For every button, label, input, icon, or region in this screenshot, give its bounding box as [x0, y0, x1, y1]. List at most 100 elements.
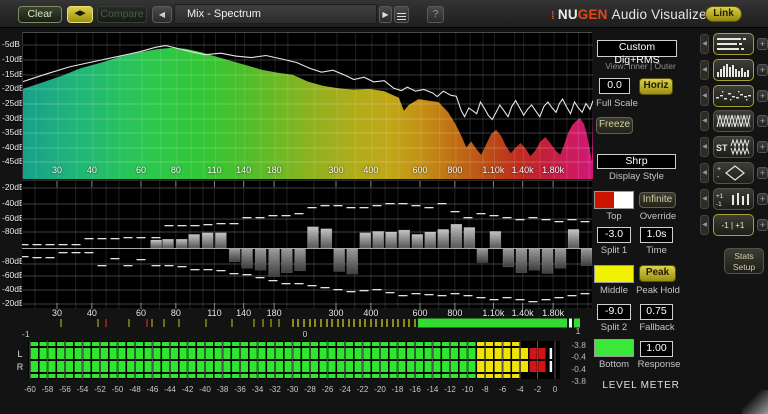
split1-value-box[interactable]: -3.0 [597, 227, 631, 243]
meter-readout: -0.4 [571, 364, 586, 374]
meter-scale-label: 0 [553, 385, 558, 394]
level-meter-title: LEVEL METER [602, 380, 680, 391]
add-view-button-level-meters[interactable]: + [757, 38, 768, 50]
stats-setup-line2: Setup [732, 262, 756, 272]
meter-scale-label: -14 [427, 385, 439, 394]
collapse-tab-waveform[interactable]: ◀ [700, 111, 709, 132]
meter-scale-label: -34 [252, 385, 264, 394]
add-view-button-vectorscope[interactable]: + [757, 167, 768, 179]
meter-peak-marker [549, 348, 553, 359]
svg-text:+1: +1 [716, 193, 724, 200]
freq-tick-label: 400 [363, 165, 379, 175]
help-button[interactable]: ? [427, 6, 444, 23]
view-button-stereo-waveform[interactable]: ST [713, 136, 754, 159]
collapse-tab-stereo-waveform[interactable]: ◀ [700, 137, 709, 158]
collapse-tab-spectrogram[interactable]: ◀ [700, 85, 709, 106]
meter-scale-label: -2 [534, 385, 542, 394]
meter-peak-marker [549, 361, 553, 372]
view-button-balance-meters[interactable]: +1 -1 [713, 187, 754, 210]
bottom-color-swatch[interactable] [594, 339, 634, 357]
meter-scale-label: -32 [269, 385, 281, 394]
meter-channel-label: L [17, 349, 22, 359]
horiz-button[interactable]: Horiz [639, 78, 673, 95]
previous-preset-button[interactable]: ◀ [152, 6, 172, 23]
freq-tick-label: 60 [135, 165, 146, 175]
brand-gen: GEN [577, 7, 608, 22]
meter-mode-select[interactable]: Custom Dig+RMS [597, 40, 677, 66]
freq-tick-label: 180 [266, 165, 282, 175]
svg-text:-1 | +1: -1 | +1 [722, 221, 745, 230]
bars-icon [717, 63, 749, 77]
view-button-vectorscope[interactable]: + - [713, 162, 754, 184]
corr-label-neg: -1 [22, 329, 30, 339]
svg-text:-: - [717, 174, 720, 181]
view-button-correlation[interactable]: -1 | +1 [713, 213, 754, 236]
preset-menu-button[interactable] [394, 6, 409, 23]
preset-display[interactable]: Mix - Spectrum [174, 4, 377, 24]
view-button-level-meters[interactable] [713, 33, 754, 55]
view-row-balance-meters: ◀ +1 -1 + [700, 187, 768, 210]
freq-tick-label: 800 [447, 308, 463, 318]
add-view-button-correlation[interactable]: + [757, 218, 768, 231]
split2-value-box[interactable]: -9.0 [597, 304, 631, 320]
meter-scale-label: -42 [182, 385, 194, 394]
add-view-button-stereo-waveform[interactable]: + [757, 141, 768, 154]
correlation-marker [569, 318, 572, 328]
freq-tick-label: 600 [412, 308, 428, 318]
time-value-box[interactable]: 1.0s [640, 227, 673, 243]
peak-hold-label: Peak Hold [636, 285, 680, 296]
meter-scale-label: -46 [147, 385, 159, 394]
compare-button[interactable]: Compare [97, 6, 147, 23]
diamond-icon: +- [717, 165, 745, 181]
clear-button[interactable]: Clear [18, 6, 62, 23]
stats-setup-line1: Stats [734, 251, 754, 261]
view-row-stereo-waveform: ◀ ST + [700, 136, 768, 159]
scatter-icon [716, 90, 751, 100]
override-button[interactable]: Infinite [639, 192, 676, 208]
corr-label-pos: 1 [576, 326, 581, 336]
top-color-swatch[interactable] [594, 191, 634, 209]
fallback-label: Fallback [639, 322, 675, 333]
top-label: Top [606, 211, 622, 222]
meter-scale-label: -10 [462, 385, 474, 394]
middle-label: Middle [600, 285, 628, 296]
collapse-tab-vectorscope[interactable]: ◀ [700, 163, 709, 183]
play-button[interactable]: ▶ [379, 6, 392, 23]
stats-setup-button[interactable]: Stats Setup [724, 248, 764, 274]
st-zigzag-icon: ST [716, 138, 750, 156]
meter-scale-label: -28 [304, 385, 316, 394]
response-value-box[interactable]: 1.00 [640, 341, 673, 357]
override-label: Override [639, 211, 677, 222]
display-style-select[interactable]: Shrp [597, 154, 676, 169]
freeze-button[interactable]: Freeze [596, 117, 633, 134]
collapse-tab-level-meters[interactable]: ◀ [700, 34, 709, 54]
add-view-button-spectrum[interactable]: + [757, 63, 768, 76]
freq-tick-label: 180 [266, 308, 282, 318]
link-button[interactable]: Link [705, 6, 742, 22]
collapse-tab-spectrum[interactable]: ◀ [700, 59, 709, 80]
view-button-waveform[interactable] [713, 110, 754, 133]
view-mode-label[interactable]: View: Inner | Outer [593, 61, 688, 71]
plusminus-icon: +1-1 [716, 192, 749, 208]
split-display[interactable] [22, 180, 592, 309]
collapse-tab-correlation[interactable]: ◀ [700, 214, 709, 235]
middle-color-swatch[interactable] [594, 265, 634, 283]
corner-glare [742, 390, 768, 414]
add-view-button-balance-meters[interactable]: + [757, 192, 768, 205]
meter-scale-label: -24 [339, 385, 351, 394]
meter-readout: -0.4 [571, 352, 586, 362]
fallback-value-box[interactable]: 0.75 [640, 304, 673, 320]
control-panel: Custom Dig+RMS View: Inner | Outer 0.0 H… [593, 28, 700, 414]
offset-value-box[interactable]: 0.0 [599, 78, 630, 94]
view-button-spectrogram[interactable] [713, 84, 754, 107]
collapse-tab-balance-meters[interactable]: ◀ [700, 188, 709, 209]
add-view-button-spectrogram[interactable]: + [757, 89, 768, 102]
ab-swap-button[interactable]: ◀▶ [67, 6, 93, 23]
spectrum-display[interactable] [22, 32, 593, 179]
view-button-spectrum[interactable] [713, 58, 754, 81]
response-label: Response [637, 359, 681, 370]
add-view-button-waveform[interactable]: + [757, 115, 768, 128]
peak-hold-button[interactable]: Peak [639, 265, 676, 282]
meter-readout: -3.8 [571, 341, 586, 350]
brand-rest: Audio Visualizer [611, 7, 712, 22]
